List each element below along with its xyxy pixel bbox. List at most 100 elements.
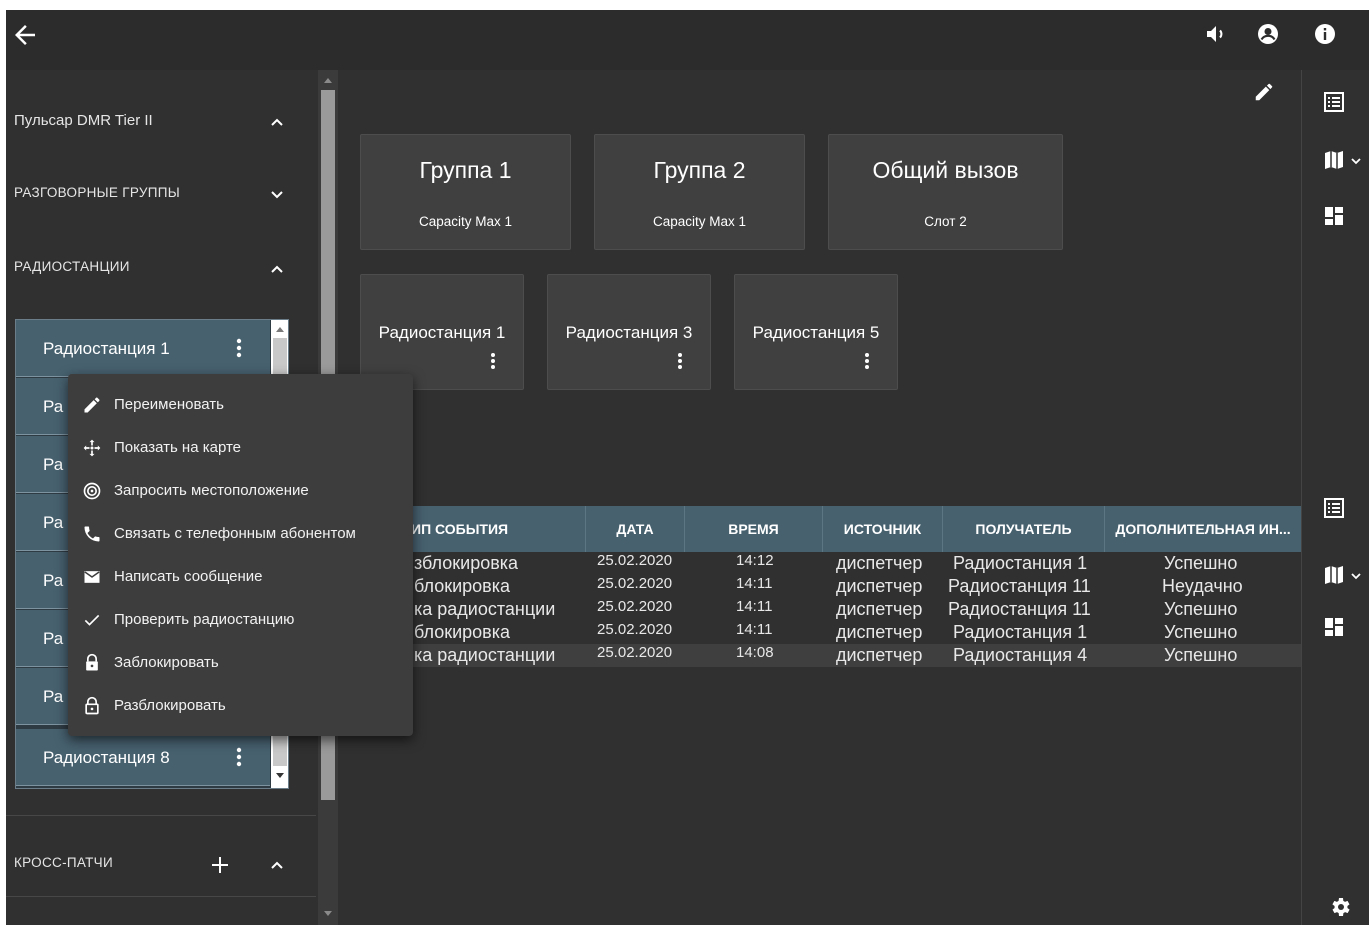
phone-icon bbox=[84, 526, 100, 542]
more-vert-icon[interactable] bbox=[485, 351, 501, 371]
pencil-icon[interactable] bbox=[1253, 81, 1275, 103]
group-subtitle: Capacity Max 1 bbox=[418, 214, 513, 229]
chevron-down-icon[interactable] bbox=[269, 187, 285, 203]
chevron-up-icon[interactable] bbox=[269, 114, 285, 130]
chevron-up-icon[interactable] bbox=[269, 261, 285, 277]
cell-extra-info: Успешно bbox=[1164, 553, 1238, 573]
radio-name: Ра bbox=[43, 455, 64, 474]
menu-item-rename[interactable]: Переименовать bbox=[68, 384, 413, 426]
message-icon bbox=[84, 571, 100, 583]
radio-name: Ра bbox=[43, 513, 64, 532]
menu-item-request-location[interactable]: Запросить местоположение bbox=[68, 470, 413, 512]
menu-item-label: Переименовать bbox=[114, 396, 224, 413]
cell-event-type: блокировка bbox=[414, 622, 511, 642]
scroll-up-arrow-icon[interactable] bbox=[323, 76, 333, 84]
list-icon[interactable] bbox=[1322, 496, 1346, 520]
group-card[interactable]: Группа 2 Capacity Max 1 bbox=[594, 134, 805, 250]
menu-item-label: Запросить местоположение bbox=[114, 482, 309, 499]
column-header-date[interactable]: ДАТА bbox=[586, 506, 685, 552]
dashboard-icon[interactable] bbox=[1322, 204, 1346, 228]
scroll-down-arrow-icon[interactable] bbox=[275, 772, 285, 780]
cell-source: диспетчер bbox=[836, 645, 923, 665]
menu-item-lock[interactable]: Заблокировать bbox=[68, 642, 413, 684]
volume-icon[interactable] bbox=[1204, 22, 1228, 46]
table-header: ИП СОБЫТИЯ ДАТА ВРЕМЯ ИСТОЧНИК ПОЛУЧАТЕЛ… bbox=[408, 506, 1301, 552]
group-subtitle: Слот 2 bbox=[924, 214, 967, 229]
cell-date: 25.02.2020 bbox=[597, 575, 673, 592]
map-icon[interactable] bbox=[1322, 148, 1346, 172]
table-row[interactable]: ка радиостанции 25.02.2020 14:08 диспетч… bbox=[408, 644, 1301, 667]
column-header-extra-info[interactable]: ДОПОЛНИТЕЛЬНАЯ ИН... bbox=[1105, 506, 1301, 552]
radio-card[interactable]: Радиостанция 1 bbox=[360, 274, 524, 390]
menu-item-check-radio[interactable]: Проверить радиостанцию bbox=[68, 599, 413, 641]
account-icon[interactable] bbox=[1256, 22, 1280, 46]
cell-event-type: блокировка bbox=[414, 576, 511, 596]
cell-source: диспетчер bbox=[836, 622, 923, 642]
check-icon bbox=[84, 614, 100, 626]
menu-item-show-on-map[interactable]: Показать на карте bbox=[68, 427, 413, 469]
cell-extra-info: Успешно bbox=[1164, 622, 1238, 642]
column-header-time[interactable]: ВРЕМЯ bbox=[685, 506, 823, 552]
more-vert-icon[interactable] bbox=[229, 336, 249, 360]
group-title: Общий вызов bbox=[872, 157, 1019, 183]
group-card[interactable]: Группа 1 Capacity Max 1 bbox=[360, 134, 571, 250]
table-row[interactable]: ка радиостанции 25.02.2020 14:11 диспетч… bbox=[408, 598, 1301, 621]
radios-section-header[interactable]: РАДИОСТАНЦИИ bbox=[6, 256, 318, 286]
column-header-event-type[interactable]: ИП СОБЫТИЯ bbox=[408, 506, 586, 552]
radio-name: Ра bbox=[43, 687, 64, 706]
chevron-down-icon[interactable] bbox=[1350, 156, 1362, 166]
more-vert-icon[interactable] bbox=[672, 351, 688, 371]
scroll-down-arrow-icon[interactable] bbox=[323, 910, 333, 918]
menu-item-label: Заблокировать bbox=[114, 654, 219, 671]
menu-item-write-message[interactable]: Написать сообщение bbox=[68, 556, 413, 598]
menu-item-label: Написать сообщение bbox=[114, 568, 263, 585]
info-icon[interactable] bbox=[1313, 22, 1337, 46]
main-content: Группа 1 Capacity Max 1 Группа 2 Capacit… bbox=[338, 70, 1301, 925]
table-row[interactable]: зблокировка 25.02.2020 14:12 диспетчер Р… bbox=[408, 552, 1301, 575]
column-header-source[interactable]: ИСТОЧНИК bbox=[823, 506, 943, 552]
radio-list-item[interactable]: Радиостанция 8 bbox=[16, 729, 270, 786]
radio-card[interactable]: Радиостанция 3 bbox=[547, 274, 711, 390]
cell-source: диспетчер bbox=[836, 576, 923, 596]
lock-icon bbox=[86, 653, 98, 671]
cell-event-type: зблокировка bbox=[414, 553, 519, 573]
chevron-down-icon[interactable] bbox=[1350, 571, 1362, 581]
radio-card[interactable]: Радиостанция 5 bbox=[734, 274, 898, 390]
cell-event-type: ка радиостанции bbox=[414, 599, 556, 619]
menu-item-phone-subscriber[interactable]: Связать с телефонным абонентом bbox=[68, 513, 413, 555]
divider bbox=[6, 896, 316, 897]
settings-icon[interactable] bbox=[1328, 895, 1352, 919]
cell-time: 14:11 bbox=[736, 598, 773, 615]
crosspatch-title: КРОСС-ПАТЧИ bbox=[14, 855, 113, 870]
list-icon[interactable] bbox=[1322, 90, 1346, 114]
column-header-recipient[interactable]: ПОЛУЧАТЕЛЬ bbox=[943, 506, 1105, 552]
scroll-up-arrow-icon[interactable] bbox=[275, 325, 285, 333]
chevron-up-icon[interactable] bbox=[269, 857, 285, 873]
arrow-left-icon[interactable] bbox=[10, 20, 40, 50]
radio-context-menu: Переименовать Показать на карте Запросит… bbox=[68, 374, 413, 736]
crosspatch-section-header[interactable]: КРОСС-ПАТЧИ bbox=[6, 852, 318, 882]
cell-recipient: Радиостанция 11 bbox=[948, 599, 1091, 619]
group-card[interactable]: Общий вызов Слот 2 bbox=[828, 134, 1063, 250]
menu-item-label: Разблокировать bbox=[114, 697, 226, 714]
menu-item-unlock[interactable]: Разблокировать bbox=[68, 685, 413, 727]
radio-name: Радиостанция 8 bbox=[43, 748, 170, 767]
talkgroups-section-header[interactable]: РАЗГОВОРНЫЕ ГРУППЫ bbox=[6, 182, 318, 212]
dashboard-icon[interactable] bbox=[1322, 615, 1346, 639]
radio-name: Ра bbox=[43, 629, 64, 648]
more-vert-icon[interactable] bbox=[859, 351, 875, 371]
device-section-header[interactable]: Пульсар DMR Tier II bbox=[6, 110, 318, 140]
radio-list-item[interactable]: Радиостанция 1 bbox=[16, 320, 270, 377]
radio-card-title: Радиостанция 3 bbox=[565, 323, 693, 342]
group-subtitle: Capacity Max 1 bbox=[652, 214, 747, 229]
dispatcher-app: Пульсар DMR Tier II РАЗГОВОРНЫЕ ГРУППЫ Р… bbox=[6, 10, 1369, 925]
map-icon[interactable] bbox=[1322, 563, 1346, 587]
more-vert-icon[interactable] bbox=[229, 745, 249, 769]
talkgroups-title: РАЗГОВОРНЫЕ ГРУППЫ bbox=[14, 185, 181, 200]
cell-time: 14:08 bbox=[736, 644, 774, 661]
radio-name: Радиостанция 1 bbox=[43, 339, 170, 358]
add-icon[interactable] bbox=[209, 854, 231, 876]
table-row[interactable]: блокировка 25.02.2020 14:11 диспетчер Ра… bbox=[408, 621, 1301, 644]
table-row[interactable]: блокировка 25.02.2020 14:11 диспетчер Ра… bbox=[408, 575, 1301, 598]
cell-source: диспетчер bbox=[836, 599, 923, 619]
